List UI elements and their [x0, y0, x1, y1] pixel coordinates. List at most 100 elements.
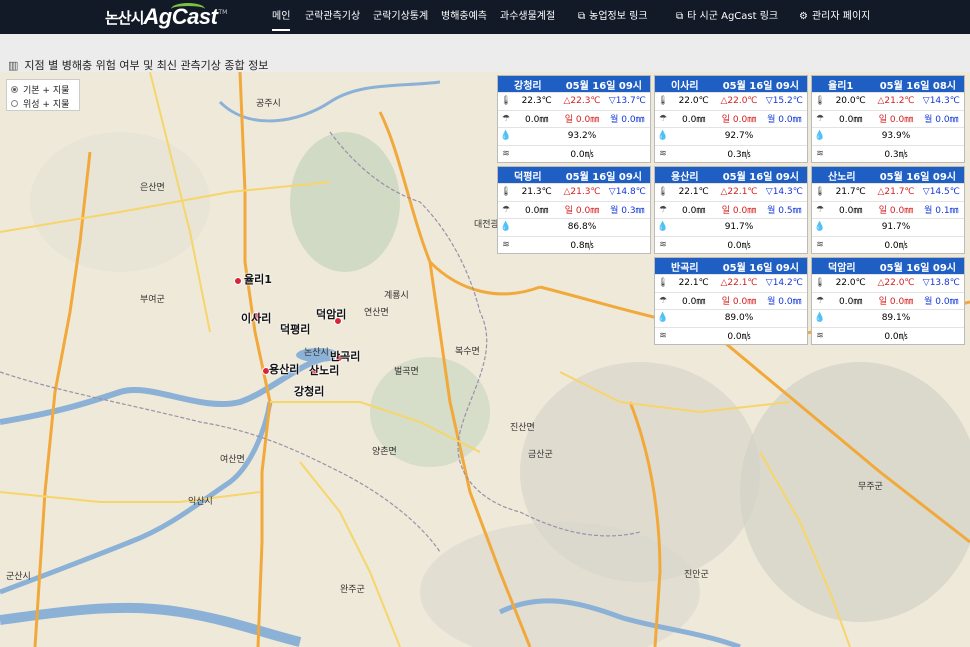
wind-row: ≋ 0.0㎧	[655, 235, 807, 254]
temp-current: 20.0℃	[835, 96, 866, 107]
humidity-row: 💧 93.9%	[812, 127, 964, 145]
map-icon: ▥	[8, 59, 19, 72]
cloud-rain-icon: ☂	[658, 295, 668, 306]
nav-main[interactable]: 메인	[272, 0, 291, 34]
station-card-header[interactable]: 용산리 05월 16일 09시	[655, 167, 807, 183]
map-marker-yul1[interactable]	[234, 277, 242, 285]
humidity-value: 91.7%	[724, 222, 754, 233]
station-card[interactable]: 덕평리 05월 16일 09시 🌡 21.3℃ △21.3℃ ▽14.8℃ ☂ 0.0㎜ 일 0…	[497, 166, 651, 254]
station-card-header[interactable]: 산노리 05월 16일 09시	[812, 167, 964, 183]
station-card[interactable]: 강청리 05월 16일 09시 🌡 22.3℃ △22.3℃ ▽13.7℃ ☂ 0.0㎜ 일 0…	[497, 75, 651, 163]
station-card[interactable]: 용산리 05월 16일 09시 🌡 22.1℃ △22.1℃ ▽14.3℃ ☂ 0.0㎜ 일 0…	[654, 166, 808, 254]
temp-max: △21.2℃	[877, 96, 915, 107]
rain-month: 0.0㎜	[935, 115, 959, 126]
temp-current: 22.0℃	[678, 96, 709, 107]
station-card-header[interactable]: 덕암리 05월 16일 09시	[812, 258, 964, 274]
rain-month-label: 월	[610, 115, 619, 126]
temp-max: △22.0℃	[877, 278, 915, 289]
humidity-icon: 💧	[657, 131, 669, 142]
radio-icon	[11, 85, 18, 93]
humidity-row: 💧 91.7%	[655, 218, 807, 236]
temp-row: 🌡 20.0℃ △21.2℃ ▽14.3℃	[812, 92, 964, 110]
station-name: 산노리	[828, 171, 856, 183]
rain-current: 0.0㎜	[682, 115, 706, 126]
nav-canopy-stats[interactable]: 군락기상통계	[373, 0, 428, 34]
station-name: 덕암리	[828, 262, 856, 274]
station-card[interactable]: 이사리 05월 16일 09시 🌡 22.0℃ △22.0℃ ▽15.2℃ ☂ 0.0㎜ 일 0…	[654, 75, 808, 163]
station-card-header[interactable]: 율리1 05월 16일 08시	[812, 76, 964, 92]
station-card[interactable]: 반곡리 05월 16일 09시 🌡 22.1℃ △22.1℃ ▽14.2℃ ☂ 0.0㎜ 일 0…	[654, 257, 808, 345]
map-marker-label-sanno: 산노리	[309, 364, 340, 377]
brand-logo[interactable]: 논산시 AgCast TM	[105, 1, 227, 33]
humidity-row: 💧 89.0%	[655, 309, 807, 327]
temp-min: ▽14.5℃	[922, 187, 960, 198]
brand-name-ko: 논산시	[105, 8, 144, 27]
rain-current: 0.0㎜	[682, 206, 706, 217]
rain-month-label: 월	[924, 206, 933, 217]
rain-current: 0.0㎜	[682, 297, 706, 308]
wind-value: 0.3㎧	[727, 150, 751, 161]
station-name: 이사리	[671, 80, 699, 92]
map-label-geumsan: 금산군	[528, 450, 553, 460]
rain-month: 0.3㎜	[621, 206, 645, 217]
station-name: 강청리	[514, 80, 542, 92]
temp-min: ▽14.2℃	[765, 278, 803, 289]
nav-pest-forecast[interactable]: 병해충예측	[441, 0, 487, 34]
temp-current: 21.3℃	[521, 187, 552, 198]
layer-option-basic[interactable]: 기본 + 지물	[11, 82, 75, 96]
station-card[interactable]: 율리1 05월 16일 08시 🌡 20.0℃ △21.2℃ ▽14.3℃ ☂ 0.0㎜ 일 0…	[811, 75, 965, 163]
station-time: 05월 16일 09시	[722, 80, 799, 92]
station-card-header[interactable]: 이사리 05월 16일 09시	[655, 76, 807, 92]
rain-day-label: 일	[564, 206, 574, 217]
humidity-value: 92.7%	[724, 131, 754, 142]
humidity-row: 💧 86.8%	[498, 218, 650, 236]
nav-admin[interactable]: ⚙ 관리자 페이지	[799, 0, 870, 34]
humidity-value: 91.7%	[881, 222, 911, 233]
humidity-value: 93.2%	[567, 131, 597, 142]
wind-icon: ≋	[502, 148, 510, 159]
map-label-iksan: 익산시	[188, 497, 213, 507]
station-name: 용산리	[671, 171, 699, 183]
wind-row: ≋ 0.0㎧	[812, 235, 964, 254]
rain-current: 0.0㎜	[525, 206, 549, 217]
map-marker-label-isa: 이사리	[241, 312, 272, 325]
station-card-header[interactable]: 덕평리 05월 16일 09시	[498, 167, 650, 183]
station-card[interactable]: 덕암리 05월 16일 09시 🌡 22.0℃ △22.0℃ ▽13.8℃ ☂ 0.0㎜ 일 0…	[811, 257, 965, 345]
station-card[interactable]: 산노리 05월 16일 09시 🌡 21.7℃ △21.7℃ ▽14.5℃ ☂ 0.0㎜ 일 0…	[811, 166, 965, 254]
station-time: 05월 16일 08시	[879, 80, 956, 92]
map-marker-label-gangcheong: 강청리	[294, 385, 325, 398]
rain-day: 0.0㎜	[575, 206, 600, 217]
layer-option-satellite[interactable]: 위성 + 지물	[11, 96, 75, 110]
nav-agri-info-link[interactable]: ⧉ 농업정보 링크	[578, 0, 648, 34]
wind-value: 0.0㎧	[727, 241, 751, 252]
humidity-row: 💧 92.7%	[655, 127, 807, 145]
wind-row: ≋ 0.0㎧	[498, 144, 650, 163]
nav-canopy-weather[interactable]: 군락관측기상	[305, 0, 360, 34]
station-card-header[interactable]: 반곡리 05월 16일 09시	[655, 258, 807, 274]
station-card-header[interactable]: 강청리 05월 16일 09시	[498, 76, 650, 92]
rain-current: 0.0㎜	[839, 115, 863, 126]
top-navbar: 논산시 AgCast TM 메인 군락관측기상 군락기상통계 병해충예측 과수생…	[0, 0, 970, 34]
rain-row: ☂ 0.0㎜ 일 0.0㎜ 월 0.0㎜	[655, 109, 807, 128]
wind-value: 0.3㎧	[884, 150, 908, 161]
nav-other-agcast-link[interactable]: ⧉ 타 시군 AgCast 링크	[676, 0, 778, 34]
wind-value: 0.0㎧	[884, 332, 908, 343]
gears-icon: ⚙	[799, 11, 808, 22]
rain-month: 0.0㎜	[778, 297, 802, 308]
temp-row: 🌡 21.7℃ △21.7℃ ▽14.5℃	[812, 183, 964, 201]
temp-row: 🌡 22.0℃ △22.0℃ ▽15.2℃	[655, 92, 807, 110]
map-label-nonsan: 논산시	[304, 348, 329, 358]
wind-icon: ≋	[816, 239, 824, 250]
nav-fruit-phenology[interactable]: 과수생물계절	[500, 0, 555, 34]
rain-month-label: 월	[767, 206, 776, 217]
rain-month-label: 월	[767, 115, 776, 126]
thermometer-icon: 🌡	[657, 187, 669, 198]
wind-value: 0.8㎧	[570, 241, 594, 252]
rain-current: 0.0㎜	[839, 297, 863, 308]
wind-value: 0.0㎧	[727, 332, 751, 343]
wind-row: ≋ 0.3㎧	[812, 144, 964, 163]
humidity-icon: 💧	[500, 131, 512, 142]
cloud-rain-icon: ☂	[658, 204, 668, 215]
temp-row: 🌡 21.3℃ △21.3℃ ▽14.8℃	[498, 183, 650, 201]
map-marker-label-yongsan: 용산리	[269, 363, 300, 376]
